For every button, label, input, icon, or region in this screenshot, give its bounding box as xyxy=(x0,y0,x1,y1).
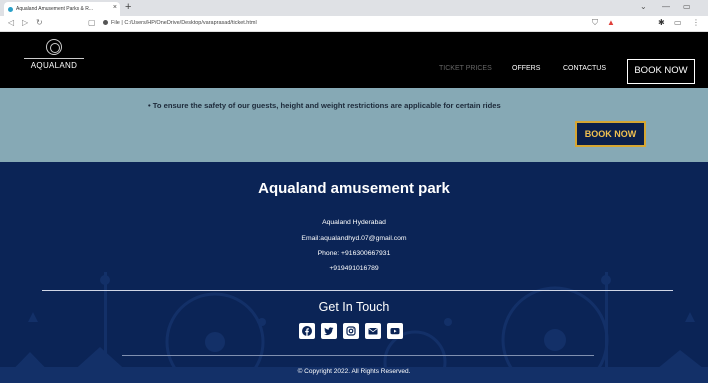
extensions-icon[interactable]: ✱ xyxy=(658,18,665,27)
nav-book-now-button[interactable]: BOOK NOW xyxy=(627,59,695,84)
tab-title: Aqualand Amusement Parks & R... xyxy=(16,6,93,12)
facebook-icon[interactable] xyxy=(299,323,315,339)
footer-title: Aqualand amusement park xyxy=(258,180,450,197)
footer-location: Aqualand Hyderabad xyxy=(322,219,386,226)
site-favicon-icon xyxy=(8,7,13,12)
info-icon xyxy=(103,20,108,25)
get-in-touch-heading: Get In Touch xyxy=(318,300,390,314)
site-navbar: AQUALAND TICKET PRICES OFFERS CONTACTUS xyxy=(0,32,708,88)
forward-icon[interactable]: ▷ xyxy=(22,18,28,27)
envelope-icon[interactable] xyxy=(365,323,381,339)
warning-icon[interactable]: ▲ xyxy=(607,18,615,27)
youtube-icon[interactable] xyxy=(387,323,403,339)
site-logo[interactable]: AQUALAND xyxy=(20,38,88,78)
nav-link-contactus[interactable]: CONTACTUS xyxy=(563,65,606,72)
sidebar-icon[interactable]: ▭ xyxy=(674,18,682,27)
twitter-icon[interactable] xyxy=(321,323,337,339)
logo-text: AQUALAND xyxy=(30,61,78,70)
copyright-text: © Copyright 2022. All Rights Reserved. xyxy=(297,368,411,375)
nav-link-offers[interactable]: OFFERS xyxy=(512,65,540,72)
browser-tab-bar: Aqualand Amusement Parks & R... × + ⌄ — … xyxy=(0,0,708,16)
maximize-icon[interactable]: ▭ xyxy=(683,2,691,11)
url-field[interactable]: File | C:/Users/HP/OneDrive/Desktop/vara… xyxy=(103,20,257,26)
nav-link-ticket-prices[interactable]: TICKET PRICES xyxy=(439,65,492,72)
tab-close-icon[interactable]: × xyxy=(113,4,117,11)
tab-search-icon[interactable]: ⌄ xyxy=(640,2,647,11)
bookmark-icon[interactable]: ▢ xyxy=(88,18,96,27)
instagram-icon[interactable] xyxy=(343,323,359,339)
logo-divider xyxy=(24,58,84,59)
footer-divider xyxy=(42,290,673,291)
footer-email[interactable]: Email:aqualandhyd.07@gmail.com xyxy=(0,235,708,242)
safety-notice: • To ensure the safety of our guests, he… xyxy=(148,101,501,110)
ferris-wheel-icon xyxy=(46,39,62,55)
new-tab-button[interactable]: + xyxy=(125,1,131,13)
info-book-now-button[interactable]: BOOK NOW xyxy=(575,121,646,147)
address-bar: ◁ ▷ ↻ ▢ File | C:/Users/HP/OneDrive/Desk… xyxy=(0,16,708,32)
copyright-divider xyxy=(122,355,594,356)
reload-icon[interactable]: ↻ xyxy=(36,18,43,27)
browser-tab[interactable]: Aqualand Amusement Parks & R... × xyxy=(4,2,120,16)
footer-phone: Phone: +916300667931 xyxy=(317,250,391,257)
footer-phone-alt: +919491016789 xyxy=(329,265,379,272)
social-links xyxy=(299,323,403,339)
shield-icon[interactable]: ⛉ xyxy=(592,18,598,28)
minimize-icon[interactable]: — xyxy=(662,2,670,11)
back-icon[interactable]: ◁ xyxy=(8,18,14,27)
menu-icon[interactable]: ⋮ xyxy=(692,18,700,27)
